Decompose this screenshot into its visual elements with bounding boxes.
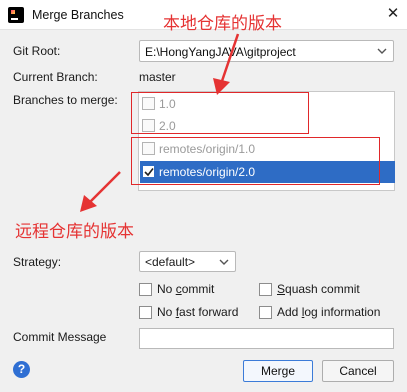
strategy-label: Strategy: [13,255,62,269]
squash-commit-label: Squash commit [277,282,360,296]
no-commit-label: No commit [157,282,215,296]
add-log-information-checkbox[interactable] [259,306,272,319]
no-commit-checkbox[interactable] [139,283,152,296]
arrow-up-line [219,33,240,85]
mnemonic-letter: f [175,305,180,319]
no-fast-forward-label: No fast forward [157,305,239,319]
merge-button[interactable]: Merge [243,360,313,382]
commit-message-label: Commit Message [13,330,107,344]
chevron-down-icon [219,259,229,265]
arrow-up-head [213,78,230,95]
mnemonic-letter: l [301,305,305,319]
add-log-information-label: Add log information [277,305,381,319]
mnemonic-letter: c [175,282,182,296]
arrow-down-line [87,171,121,205]
cancel-button[interactable]: Cancel [322,360,394,382]
strategy-dropdown[interactable]: <default> [139,251,236,272]
commit-message-input[interactable] [139,328,394,349]
strategy-value: <default> [145,255,196,269]
mnemonic-letter: S [277,282,286,296]
no-fast-forward-checkbox[interactable] [139,306,152,319]
help-button[interactable]: ? [13,361,30,378]
squash-commit-checkbox[interactable] [259,283,272,296]
